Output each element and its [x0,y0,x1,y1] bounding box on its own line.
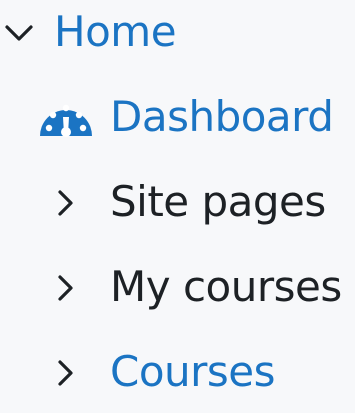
navigation-tree: Home Dashboard Site pages My courses Cou… [0,0,355,413]
nav-item-my-courses-label[interactable]: My courses [110,266,342,308]
nav-item-home[interactable]: Home [0,3,355,63]
nav-item-my-courses[interactable]: My courses [0,258,355,318]
nav-item-home-label[interactable]: Home [54,11,177,53]
nav-item-courses-label[interactable]: Courses [110,351,276,393]
nav-item-site-pages-label[interactable]: Site pages [110,181,326,223]
nav-item-dashboard-label[interactable]: Dashboard [110,96,334,138]
nav-item-courses[interactable]: Courses [0,343,355,403]
chevron-right-icon[interactable] [55,273,75,303]
nav-item-site-pages[interactable]: Site pages [0,173,355,233]
nav-item-dashboard[interactable]: Dashboard [0,88,355,148]
chevron-right-icon[interactable] [55,358,75,388]
chevron-down-icon[interactable] [4,23,34,43]
dashboard-gauge-icon [40,104,92,137]
chevron-right-icon[interactable] [55,188,75,218]
